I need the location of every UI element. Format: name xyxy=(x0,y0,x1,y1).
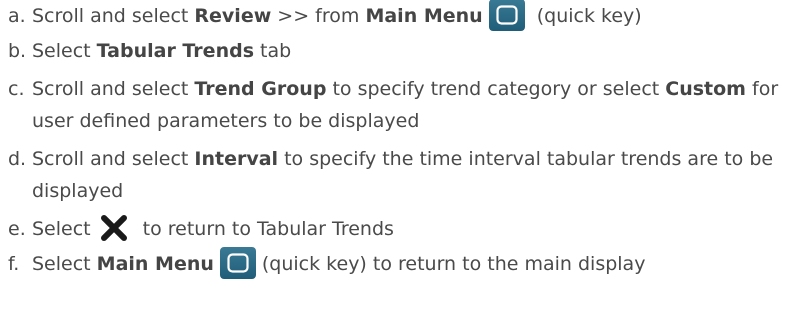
main-menu-label: Main Menu xyxy=(365,5,483,27)
main-menu-key-icon xyxy=(488,0,525,31)
step-text: tab xyxy=(254,40,292,62)
step-text: Scroll and select xyxy=(32,148,195,170)
close-x-icon xyxy=(97,212,131,244)
step-e: e. Select to return to Tabular Trends xyxy=(8,213,788,245)
step-marker: c. xyxy=(8,78,25,100)
step-text: (quick key) xyxy=(530,5,642,27)
trend-group-label: Trend Group xyxy=(194,78,327,100)
interval-label: Interval xyxy=(194,148,279,170)
step-text: (quick key) to return to the main displa… xyxy=(261,253,646,275)
step-text: Select xyxy=(32,218,91,240)
custom-label: Custom xyxy=(665,78,746,100)
instruction-list: a. Scroll and select Review >> from Main … xyxy=(8,0,788,286)
step-a: a. Scroll and select Review >> from Main … xyxy=(8,0,788,32)
review-label: Review xyxy=(194,5,272,27)
step-b: b. Select Tabular Trends tab xyxy=(8,35,788,67)
step-text: Scroll and select xyxy=(32,5,195,27)
step-f: f. Select Main Menu (quick key) to return … xyxy=(8,246,788,280)
step-marker: a. xyxy=(8,5,26,27)
step-text: Select xyxy=(32,253,97,275)
step-d: d. Scroll and select Interval to specify … xyxy=(8,143,788,207)
tabular-trends-label: Tabular Trends xyxy=(96,40,254,62)
step-text: to specify trend category or select xyxy=(326,78,666,100)
step-marker: e. xyxy=(8,218,26,240)
step-text: Scroll and select xyxy=(32,78,195,100)
step-marker: f. xyxy=(8,253,20,275)
step-text: Select xyxy=(32,40,97,62)
step-text: to return to Tabular Trends xyxy=(136,218,394,240)
step-c: c. Scroll and select Trend Group to speci… xyxy=(8,73,788,137)
main-menu-label: Main Menu xyxy=(96,253,214,275)
main-menu-key-icon xyxy=(219,246,256,279)
step-text: >> from xyxy=(271,5,366,27)
step-marker: d. xyxy=(8,148,27,170)
step-marker: b. xyxy=(8,40,27,62)
